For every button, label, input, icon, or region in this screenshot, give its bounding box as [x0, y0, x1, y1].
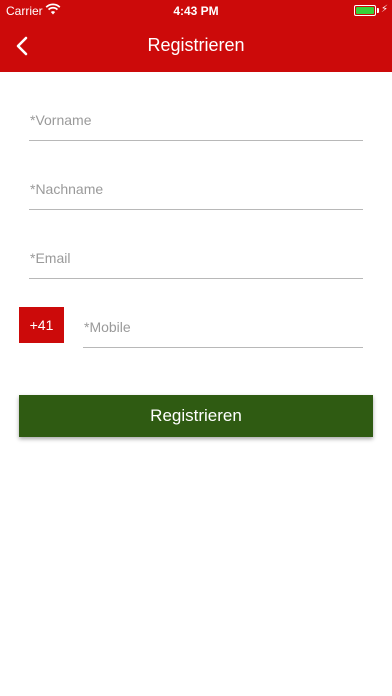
first-name-input[interactable] [29, 101, 363, 139]
app-header: Carrier 4:43 PM ⚡ Registrieren [0, 0, 392, 72]
email-input[interactable] [29, 239, 363, 277]
register-button[interactable]: Registrieren [19, 395, 373, 437]
charging-bolt-icon: ⚡ [381, 4, 389, 15]
mobile-field [83, 308, 363, 348]
status-bar: Carrier 4:43 PM ⚡ [0, 0, 392, 22]
status-time: 4:43 PM [173, 4, 219, 18]
battery-icon [354, 5, 376, 16]
email-field [29, 239, 363, 279]
battery-tip [377, 8, 379, 13]
last-name-field [29, 170, 363, 210]
country-code-button[interactable]: +41 [19, 307, 64, 343]
last-name-input[interactable] [29, 170, 363, 208]
page-title: Registrieren [147, 35, 245, 55]
navigation-bar: Registrieren [0, 22, 392, 72]
mobile-input[interactable] [83, 308, 363, 346]
first-name-field [29, 101, 363, 141]
